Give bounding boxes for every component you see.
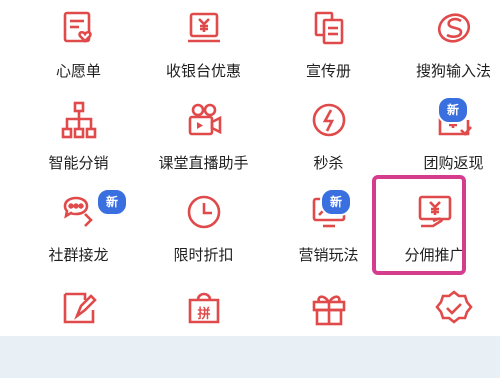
wishlist-icon — [59, 8, 99, 48]
new-badge: 新 — [320, 188, 352, 216]
new-badge: 新 — [437, 96, 469, 124]
grid-item-brochure[interactable]: 宣传册 — [266, 8, 391, 98]
grid-item-sogou[interactable]: 搜狗输入法 — [391, 8, 500, 98]
svg-text:拼: 拼 — [197, 306, 210, 322]
flash-sale-icon — [309, 100, 349, 140]
gift-box-icon — [309, 288, 349, 328]
grid-item-wishlist[interactable]: 心愿单 — [16, 8, 141, 98]
sogou-icon — [434, 8, 474, 48]
grid-item-gift-box[interactable] — [266, 288, 391, 378]
grid-item-label: 智能分销 — [48, 154, 109, 172]
grid-item-label: 收银台优惠 — [165, 62, 241, 80]
group-buy-icon: 拼 — [184, 288, 224, 328]
grid-item-label: 心愿单 — [55, 62, 101, 80]
app-grid: 心愿单 收银台优惠 宣传册 搜狗输入法 智能分销 课堂直播助手 秒杀 新 团购返… — [0, 0, 500, 336]
grid-item-group-buy[interactable]: 拼 — [141, 288, 266, 378]
grid-item-live-class[interactable]: 课堂直播助手 — [141, 100, 266, 190]
grid-item-edit-tag[interactable] — [16, 288, 141, 378]
grid-item-label: 搜狗输入法 — [415, 62, 491, 80]
live-class-icon — [184, 100, 224, 140]
grid-item-community-relay[interactable]: 新 社群接龙 — [16, 188, 141, 282]
cashier-discount-icon — [184, 8, 224, 48]
smart-distribution-icon — [59, 100, 99, 140]
grid-item-timed-discount[interactable]: 限时折扣 — [141, 192, 266, 282]
grid-item-label: 课堂直播助手 — [158, 154, 249, 172]
app-grid-panel: 心愿单 收银台优惠 宣传册 搜狗输入法 智能分销 课堂直播助手 秒杀 新 团购返… — [0, 0, 500, 336]
grid-item-label: 团购返现 — [423, 154, 484, 172]
brochure-icon — [309, 8, 349, 48]
grid-item-label: 限时折扣 — [173, 246, 234, 264]
grid-item-badge-check[interactable] — [391, 288, 500, 378]
grid-item-smart-distribution[interactable]: 智能分销 — [16, 100, 141, 190]
community-relay-icon — [59, 192, 99, 232]
grid-item-cashier-discount[interactable]: 收银台优惠 — [141, 8, 266, 98]
edit-tag-icon — [59, 288, 99, 328]
badge-check-icon — [434, 288, 474, 328]
selection-highlight — [372, 175, 466, 275]
timed-discount-icon — [184, 192, 224, 232]
grid-item-label: 秒杀 — [313, 154, 344, 172]
new-badge: 新 — [96, 188, 128, 216]
grid-item-label: 宣传册 — [305, 62, 351, 80]
grid-item-label: 社群接龙 — [48, 246, 109, 264]
